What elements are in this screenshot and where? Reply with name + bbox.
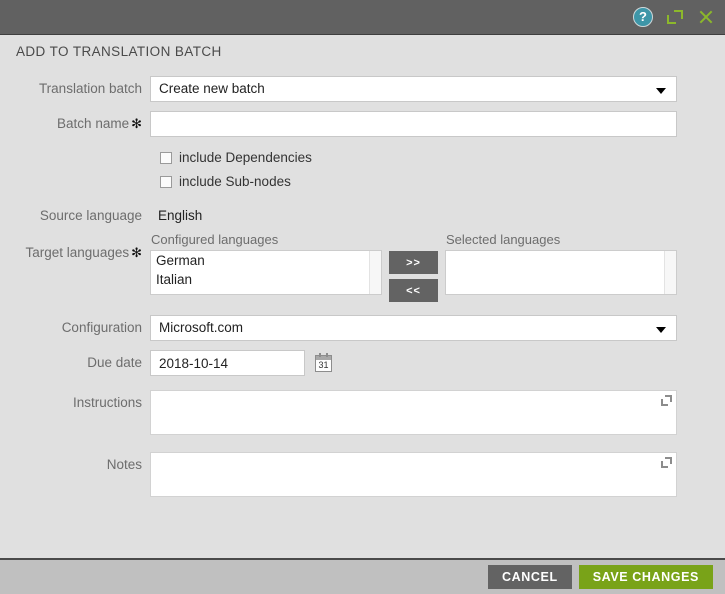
label-target-languages-text: Target languages (26, 245, 130, 260)
row-configuration: Configuration Microsoft.com (0, 315, 725, 341)
selected-languages-caption: Selected languages (445, 232, 677, 247)
translation-batch-select[interactable]: Create new batch (150, 76, 677, 102)
translation-batch-value: Create new batch (159, 81, 265, 96)
row-instructions: Instructions (0, 390, 725, 440)
due-date-input[interactable] (150, 350, 305, 376)
batch-name-input[interactable] (150, 111, 677, 137)
label-translation-batch: Translation batch (0, 76, 150, 102)
control-due-date: 31 (150, 350, 332, 376)
row-source-language: Source language English (0, 203, 725, 229)
control-notes (150, 452, 677, 502)
chevron-down-icon (656, 88, 666, 94)
maximize-icon[interactable] (667, 9, 683, 25)
notes-textarea[interactable] (150, 452, 677, 497)
include-dependencies-label[interactable]: include Dependencies (179, 150, 312, 165)
due-date-wrap: 31 (150, 350, 332, 376)
transfer-buttons: >> << (389, 251, 438, 302)
row-include-dependencies: include Dependencies (0, 150, 725, 165)
row-translation-batch: Translation batch Create new batch (0, 76, 725, 102)
calendar-day-number: 31 (316, 360, 331, 371)
titlebar-controls: ? (633, 0, 715, 34)
control-source-language: English (150, 203, 202, 229)
configured-languages-caption: Configured languages (150, 232, 382, 247)
calendar-ring-left (319, 353, 321, 357)
notes-wrap (150, 452, 677, 502)
control-instructions (150, 390, 677, 440)
control-batch-name (150, 111, 677, 137)
label-source-language: Source language (0, 203, 150, 229)
dialog-titlebar: ? (0, 0, 725, 35)
control-translation-batch: Create new batch (150, 76, 677, 102)
required-asterisk: ✻ (131, 116, 142, 131)
add-language-button[interactable]: >> (389, 251, 438, 274)
include-subnodes-label[interactable]: include Sub-nodes (179, 174, 291, 189)
label-instructions: Instructions (0, 390, 150, 416)
configuration-value: Microsoft.com (159, 320, 243, 335)
label-batch-name: Batch name✻ (0, 111, 150, 137)
configuration-select[interactable]: Microsoft.com (150, 315, 677, 341)
help-circle-icon[interactable]: ? (633, 7, 653, 27)
dialog-footer: CANCEL SAVE CHANGES (0, 558, 725, 594)
include-dependencies-checkbox[interactable] (160, 152, 172, 164)
label-due-date: Due date (0, 350, 150, 376)
label-notes: Notes (0, 452, 150, 478)
selected-languages-listbox[interactable] (445, 250, 677, 295)
control-configuration: Microsoft.com (150, 315, 677, 341)
instructions-wrap (150, 390, 677, 440)
cancel-button[interactable]: CANCEL (488, 565, 572, 589)
row-notes: Notes (0, 452, 725, 502)
row-due-date: Due date 31 (0, 350, 725, 376)
save-changes-button[interactable]: SAVE CHANGES (579, 565, 713, 589)
include-subnodes-checkbox[interactable] (160, 176, 172, 188)
configured-languages-group: Configured languages German Italian (150, 232, 382, 295)
selected-languages-group: Selected languages (445, 232, 677, 295)
row-include-subnodes: include Sub-nodes (0, 174, 725, 189)
list-item[interactable]: German (151, 251, 381, 270)
chevron-down-icon (656, 327, 666, 333)
page-title: ADD TO TRANSLATION BATCH (0, 35, 725, 63)
add-to-translation-batch-dialog: ? ADD TO TRANSLATION BATCH Translation b… (0, 0, 725, 594)
close-icon[interactable] (697, 8, 715, 26)
required-asterisk: ✻ (131, 245, 142, 260)
remove-language-button[interactable]: << (389, 279, 438, 302)
label-configuration: Configuration (0, 315, 150, 341)
dialog-body: Translation batch Create new batch Batch… (0, 63, 725, 558)
calendar-ring-right (326, 353, 328, 357)
instructions-textarea[interactable] (150, 390, 677, 435)
configured-languages-listbox[interactable]: German Italian (150, 250, 382, 295)
source-language-value: English (150, 203, 202, 229)
row-target-languages: Target languages✻ Configured languages G… (0, 232, 725, 302)
label-target-languages: Target languages✻ (0, 232, 150, 274)
dual-list: Configured languages German Italian >> <… (150, 232, 677, 302)
listbox-scrollbar[interactable] (664, 251, 676, 294)
label-batch-name-text: Batch name (57, 116, 129, 131)
list-item[interactable]: Italian (151, 270, 381, 289)
calendar-icon[interactable]: 31 (315, 355, 332, 372)
control-target-languages: Configured languages German Italian >> <… (150, 232, 677, 302)
row-batch-name: Batch name✻ (0, 111, 725, 137)
listbox-scrollbar[interactable] (369, 251, 381, 294)
